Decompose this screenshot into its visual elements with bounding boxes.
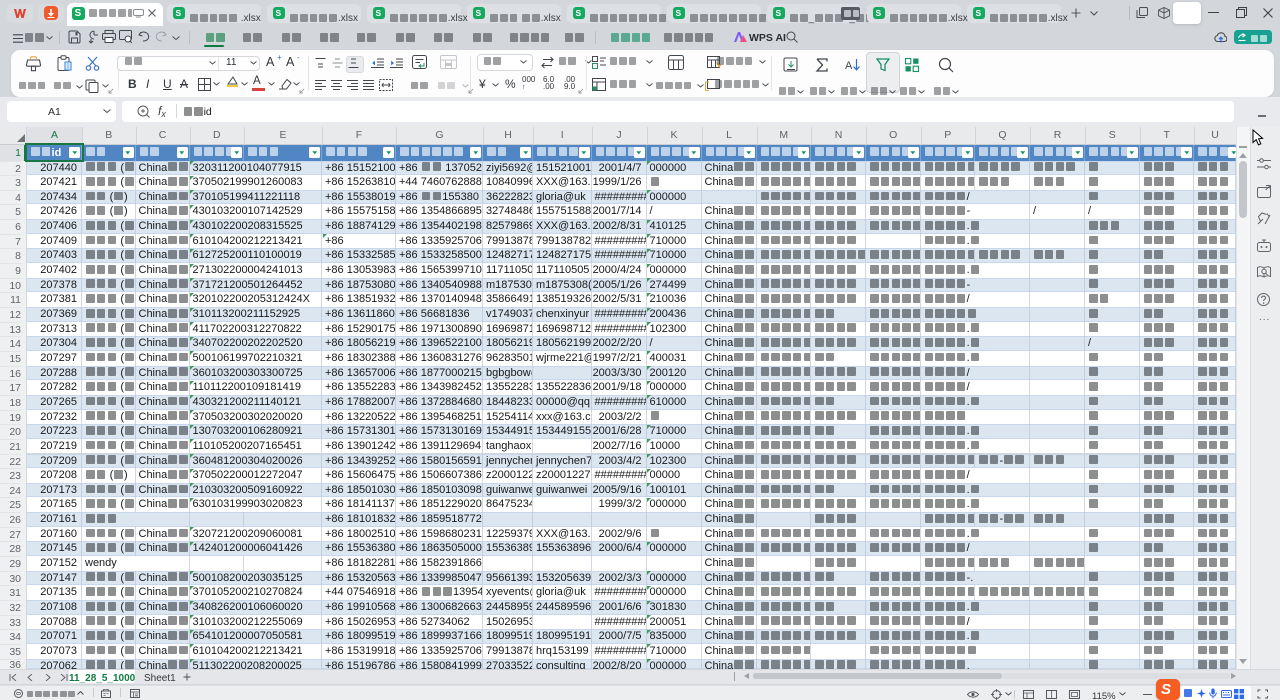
svg-text:A: A	[845, 60, 853, 72]
